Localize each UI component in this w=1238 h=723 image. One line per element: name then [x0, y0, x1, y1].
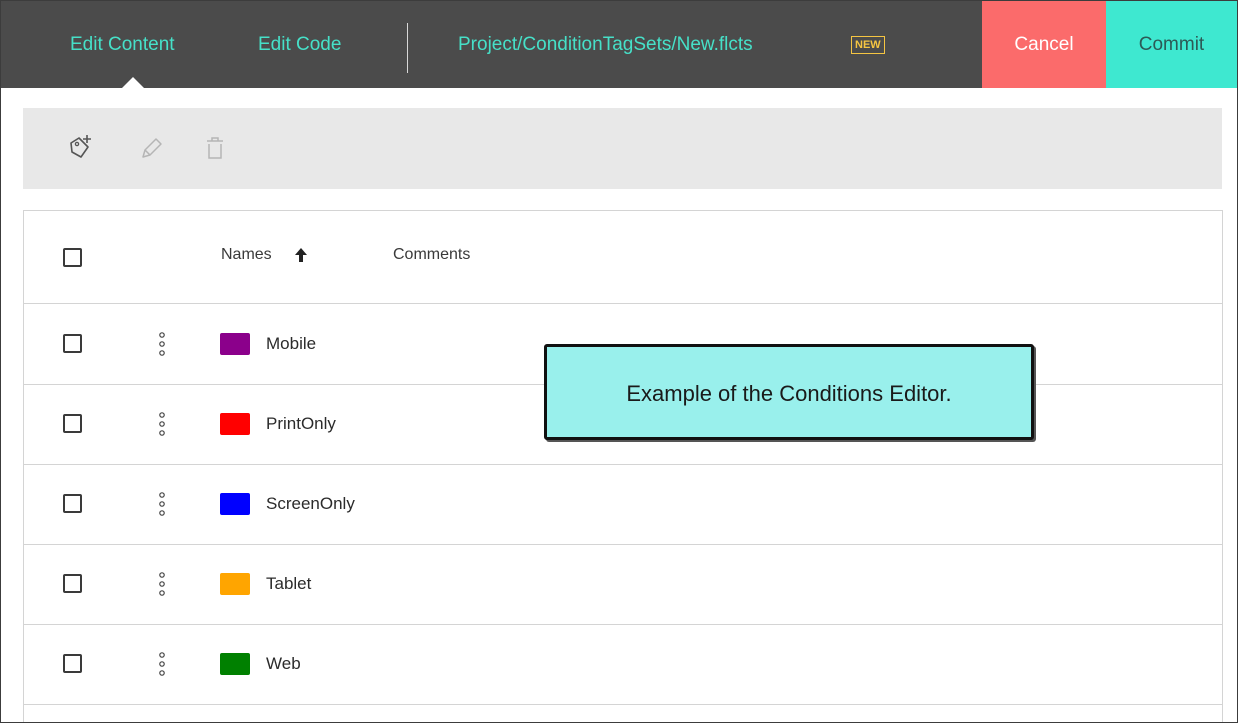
more-options-icon[interactable] — [157, 650, 167, 678]
color-swatch — [220, 653, 250, 675]
commit-button[interactable]: Commit — [1106, 1, 1237, 88]
condition-name: Web — [266, 654, 301, 673]
callout-box: Example of the Conditions Editor. — [544, 344, 1034, 440]
active-tab-indicator — [121, 77, 145, 89]
tab-edit-code[interactable]: Edit Code — [258, 1, 341, 88]
row-checkbox[interactable] — [63, 334, 82, 353]
new-badge: NEW — [851, 36, 885, 54]
condition-name: PrintOnly — [266, 414, 336, 433]
color-swatch — [220, 493, 250, 515]
table-row[interactable]: Tablet — [24, 544, 1222, 625]
editor-toolbar — [23, 108, 1222, 189]
column-header-names[interactable]: Names — [221, 246, 272, 264]
cancel-button[interactable]: Cancel — [982, 1, 1106, 88]
row-checkbox[interactable] — [63, 574, 82, 593]
conditions-table: Names Comments Mobile PrintOnly ScreenOn… — [23, 210, 1223, 722]
color-swatch — [220, 573, 250, 595]
row-checkbox[interactable] — [63, 494, 82, 513]
trash-icon[interactable] — [201, 133, 229, 163]
select-all-checkbox[interactable] — [63, 248, 82, 267]
pencil-icon[interactable] — [137, 133, 165, 163]
more-options-icon[interactable] — [157, 570, 167, 598]
condition-name: ScreenOnly — [266, 494, 355, 513]
row-checkbox[interactable] — [63, 654, 82, 673]
condition-name: Tablet — [266, 574, 312, 593]
add-tag-icon[interactable] — [67, 133, 95, 163]
file-path: Project/ConditionTagSets/New.flcts — [458, 34, 753, 55]
table-row[interactable]: Web — [24, 624, 1222, 705]
header-divider — [407, 23, 408, 73]
tab-edit-content[interactable]: Edit Content — [70, 1, 175, 88]
more-options-icon[interactable] — [157, 330, 167, 358]
more-options-icon[interactable] — [157, 490, 167, 518]
color-swatch — [220, 333, 250, 355]
condition-name: Mobile — [266, 334, 317, 353]
table-header-row: Names Comments — [24, 211, 1222, 304]
sort-ascending-icon[interactable] — [294, 247, 308, 263]
editor-header: Edit Content Edit Code Project/Condition… — [1, 1, 1237, 89]
callout-text: Example of the Conditions Editor. — [626, 381, 952, 406]
table-row[interactable]: ScreenOnly — [24, 464, 1222, 545]
column-header-comments[interactable]: Comments — [393, 246, 470, 264]
more-options-icon[interactable] — [157, 410, 167, 438]
conditions-editor-window: Edit Content Edit Code Project/Condition… — [0, 0, 1238, 723]
color-swatch — [220, 413, 250, 435]
row-checkbox[interactable] — [63, 414, 82, 433]
